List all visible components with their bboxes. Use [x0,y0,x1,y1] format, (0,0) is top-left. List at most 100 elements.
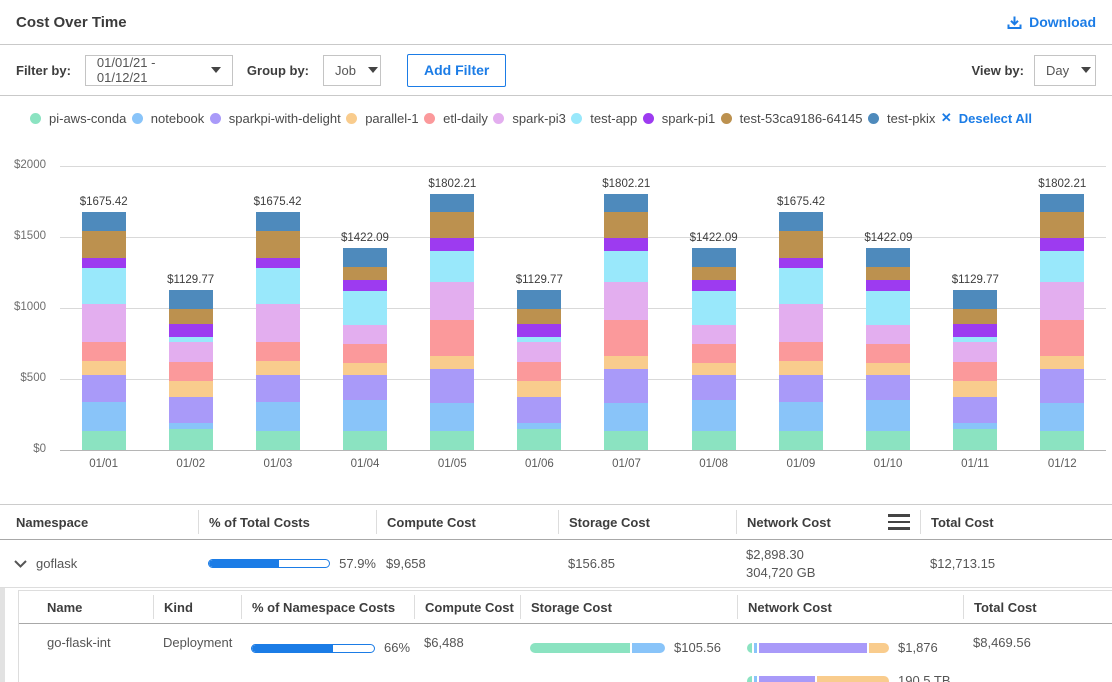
bar-segment-spark-pi3[interactable] [1040,282,1084,320]
bar-segment-notebook[interactable] [82,402,126,430]
bar-segment-notebook[interactable] [343,400,387,430]
bar-segment-test-53ca9186-64145[interactable] [430,212,474,239]
bar-segment-etl-daily[interactable] [169,362,213,382]
bar-segment-etl-daily[interactable] [256,342,300,361]
bar-segment-spark-pi1[interactable] [1040,238,1084,250]
bar-segment-test-53ca9186-64145[interactable] [779,231,823,258]
bar-segment-sparkpi-with-delight[interactable] [604,369,648,403]
bar-segment-parallel-1[interactable] [256,361,300,375]
bar-segment-etl-daily[interactable] [692,344,736,363]
bar-segment-spark-pi1[interactable] [517,324,561,337]
bar-segment-sparkpi-with-delight[interactable] [953,397,997,423]
bar-segment-etl-daily[interactable] [430,320,474,357]
bar-segment-spark-pi1[interactable] [953,324,997,337]
bar-01/10[interactable]: $1422.09 [864,232,912,450]
bar-segment-test-pkix[interactable] [692,248,736,267]
bar-segment-spark-pi1[interactable] [692,280,736,291]
legend-item-etl-daily[interactable]: etl-daily [424,111,488,126]
bar-segment-pi-aws-conda[interactable] [430,431,474,450]
bar-segment-spark-pi3[interactable] [779,304,823,343]
bar-segment-sparkpi-with-delight[interactable] [82,375,126,402]
bar-segment-pi-aws-conda[interactable] [1040,431,1084,450]
bar-segment-test-app[interactable] [256,268,300,303]
bar-segment-etl-daily[interactable] [517,362,561,382]
bar-segment-parallel-1[interactable] [82,361,126,375]
bar-segment-test-pkix[interactable] [82,212,126,231]
bar-segment-test-pkix[interactable] [430,194,474,212]
bar-segment-notebook[interactable] [430,403,474,432]
bar-segment-etl-daily[interactable] [866,344,910,363]
legend-item-pi-aws-conda[interactable]: pi-aws-conda [30,111,126,126]
bar-segment-sparkpi-with-delight[interactable] [866,375,910,401]
bar-segment-spark-pi1[interactable] [430,238,474,250]
bar-segment-test-53ca9186-64145[interactable] [953,309,997,323]
bar-segment-test-53ca9186-64145[interactable] [82,231,126,258]
bar-segment-parallel-1[interactable] [1040,356,1084,369]
bar-segment-etl-daily[interactable] [82,342,126,361]
bar-segment-test-53ca9186-64145[interactable] [256,231,300,258]
column-menu-icon[interactable] [888,514,910,530]
bar-segment-test-pkix[interactable] [256,212,300,231]
bar-01/08[interactable]: $1422.09 [690,232,738,450]
bar-segment-test-pkix[interactable] [779,212,823,231]
bar-segment-parallel-1[interactable] [866,363,910,375]
legend-item-spark-pi3[interactable]: spark-pi3 [493,111,565,126]
bar-segment-pi-aws-conda[interactable] [517,429,561,450]
table-row[interactable]: goflask 57.9% $9,658 $156.85 $2,898.30 3… [0,540,1112,588]
deselect-all-button[interactable]: ✕ Deselect All [941,110,1032,126]
bar-segment-spark-pi1[interactable] [82,258,126,268]
bar-segment-spark-pi3[interactable] [517,342,561,362]
bar-segment-sparkpi-with-delight[interactable] [430,369,474,403]
bar-segment-test-app[interactable] [692,291,736,325]
group-by-dropdown[interactable]: Job [323,55,381,86]
bar-segment-test-app[interactable] [866,291,910,325]
bar-segment-parallel-1[interactable] [692,363,736,375]
bar-01/03[interactable]: $1675.42 [254,196,302,450]
legend-item-parallel-1[interactable]: parallel-1 [346,111,418,126]
bar-segment-etl-daily[interactable] [343,344,387,363]
bar-segment-sparkpi-with-delight[interactable] [517,397,561,423]
add-filter-button[interactable]: Add Filter [407,54,506,87]
bar-01/07[interactable]: $1802.21 [602,178,650,450]
view-by-dropdown[interactable]: Day [1034,55,1096,86]
bar-segment-sparkpi-with-delight[interactable] [1040,369,1084,403]
bar-segment-test-app[interactable] [779,268,823,303]
bar-segment-sparkpi-with-delight[interactable] [256,375,300,402]
bar-01/02[interactable]: $1129.77 [167,274,214,450]
bar-segment-test-pkix[interactable] [517,290,561,310]
bar-segment-test-app[interactable] [343,291,387,325]
bar-01/06[interactable]: $1129.77 [516,274,563,450]
bar-segment-spark-pi3[interactable] [604,282,648,320]
bar-segment-parallel-1[interactable] [517,381,561,397]
bar-segment-spark-pi3[interactable] [343,325,387,344]
bar-01/12[interactable]: $1802.21 [1038,178,1086,450]
bar-segment-notebook[interactable] [779,402,823,430]
bar-segment-pi-aws-conda[interactable] [82,431,126,451]
bar-segment-spark-pi3[interactable] [82,304,126,343]
bar-segment-pi-aws-conda[interactable] [604,431,648,450]
bar-segment-sparkpi-with-delight[interactable] [779,375,823,402]
bar-segment-test-app[interactable] [430,251,474,282]
bar-segment-pi-aws-conda[interactable] [256,431,300,451]
bar-segment-test-pkix[interactable] [169,290,213,310]
bar-segment-etl-daily[interactable] [779,342,823,361]
bar-segment-notebook[interactable] [256,402,300,430]
bar-segment-sparkpi-with-delight[interactable] [692,375,736,401]
namespace-cell[interactable]: goflask [0,556,198,571]
bar-01/04[interactable]: $1422.09 [341,232,389,450]
legend-item-notebook[interactable]: notebook [132,111,205,126]
bar-segment-parallel-1[interactable] [953,381,997,397]
chevron-down-icon[interactable] [14,560,27,568]
bar-segment-test-53ca9186-64145[interactable] [866,267,910,280]
bar-segment-pi-aws-conda[interactable] [953,429,997,450]
bar-segment-parallel-1[interactable] [604,356,648,369]
bar-segment-spark-pi1[interactable] [604,238,648,250]
bar-segment-pi-aws-conda[interactable] [169,429,213,450]
bar-segment-parallel-1[interactable] [779,361,823,375]
bar-01/11[interactable]: $1129.77 [952,274,999,450]
legend-item-test-53ca9186-64145[interactable]: test-53ca9186-64145 [721,111,863,126]
legend-item-test-app[interactable]: test-app [571,111,637,126]
bar-segment-spark-pi3[interactable] [866,325,910,344]
bar-segment-test-pkix[interactable] [1040,194,1084,212]
bar-segment-spark-pi1[interactable] [169,324,213,337]
